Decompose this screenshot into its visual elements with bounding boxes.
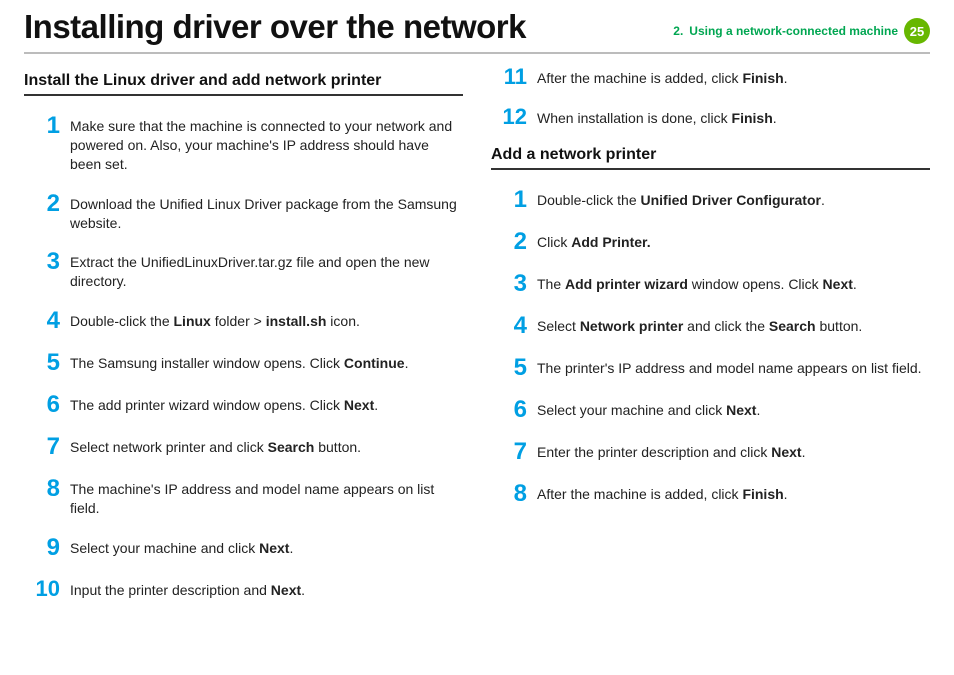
step: 3 Extract the UnifiedLinuxDriver.tar.gz f… [24,250,463,291]
step: 8 After the machine is added, click Finis… [491,482,930,506]
page-title: Installing driver over the network [24,8,526,46]
step-number: 7 [491,440,527,464]
step-text: Download the Unified Linux Driver packag… [70,192,463,233]
breadcrumb-prefix: 2. [673,24,683,38]
step-text: Double-click the Unified Driver Configur… [537,188,825,210]
right-column: 11 After the machine is added, click Fini… [491,66,930,618]
step-number: 9 [24,536,60,560]
step-number: 3 [24,250,60,274]
header-rule [24,52,930,54]
step: 5 The Samsung installer window opens. Cli… [24,351,463,375]
bold-text: Add Printer. [571,234,650,250]
breadcrumb-label: Using a network-connected machine [689,24,898,38]
step: 7 Select network printer and click Search… [24,435,463,459]
step: 11 After the machine is added, click Fini… [491,66,930,88]
bold-text: Search [268,439,315,455]
step-text: Input the printer description and Next. [70,578,305,600]
step-number: 4 [24,309,60,333]
left-column: Install the Linux driver and add network… [24,66,463,618]
bold-text: Next [344,397,374,413]
step: 10 Input the printer description and Next… [24,578,463,600]
step-text: The printer's IP address and model name … [537,356,922,378]
bold-text: Linux [174,313,211,329]
step-number: 10 [24,578,60,600]
step-text: After the machine is added, click Finish… [537,66,788,88]
bold-text: Continue [344,355,405,371]
step: 9 Select your machine and click Next. [24,536,463,560]
step-number: 11 [491,66,527,88]
step-text: Enter the printer description and click … [537,440,805,462]
step: 8 The machine's IP address and model name… [24,477,463,518]
breadcrumb: 2. Using a network-connected machine 25 [673,18,930,44]
step: 1 Double-click the Unified Driver Configu… [491,188,930,212]
step: 4 Select Network printer and click the Se… [491,314,930,338]
page: Installing driver over the network 2. Us… [0,0,954,675]
bold-text: Finish [742,70,783,86]
step-number: 1 [24,114,60,138]
step-number: 8 [24,477,60,501]
step-number: 1 [491,188,527,212]
step-number: 12 [491,106,527,128]
step-number: 3 [491,272,527,296]
bold-text: install.sh [266,313,327,329]
step-text: Select your machine and click Next. [537,398,760,420]
step-number: 2 [24,192,60,216]
step: 12 When installation is done, click Finis… [491,106,930,128]
step-number: 6 [24,393,60,417]
step: 6 Select your machine and click Next. [491,398,930,422]
section-title-left: Install the Linux driver and add network… [24,72,463,96]
bold-text: Next [726,402,756,418]
step-number: 5 [24,351,60,375]
bold-text: Finish [732,110,773,126]
step-number: 5 [491,356,527,380]
right-steps: 1 Double-click the Unified Driver Configu… [491,188,930,506]
bold-text: Next [823,276,853,292]
step: 7 Enter the printer description and click… [491,440,930,464]
left-steps: 1 Make sure that the machine is connected… [24,114,463,600]
step-text: Double-click the Linux folder > install.… [70,309,360,331]
bold-text: Search [769,318,816,334]
step-number: 4 [491,314,527,338]
step-text: The Samsung installer window opens. Clic… [70,351,408,373]
step: 2 Click Add Printer. [491,230,930,254]
step: 1 Make sure that the machine is connected… [24,114,463,174]
step-text: The add printer wizard window opens. Cli… [70,393,378,415]
step-text: Select network printer and click Search … [70,435,361,457]
bold-text: Network printer [580,318,683,334]
step-text: Extract the UnifiedLinuxDriver.tar.gz fi… [70,250,463,291]
step-text: When installation is done, click Finish. [537,106,777,128]
page-number-badge: 25 [904,18,930,44]
step-number: 7 [24,435,60,459]
step: 5 The printer's IP address and model name… [491,356,930,380]
step-number: 8 [491,482,527,506]
step: 6 The add printer wizard window opens. Cl… [24,393,463,417]
step-number: 2 [491,230,527,254]
step-text: Click Add Printer. [537,230,651,252]
step-text: Select Network printer and click the Sea… [537,314,862,336]
section-title-right: Add a network printer [491,146,930,170]
bold-text: Next [771,444,801,460]
bold-text: Add printer wizard [565,276,688,292]
step: 4 Double-click the Linux folder > install… [24,309,463,333]
step-text: The Add printer wizard window opens. Cli… [537,272,857,294]
columns: Install the Linux driver and add network… [24,66,930,618]
right-top-steps: 11 After the machine is added, click Fini… [491,66,930,128]
step-text: After the machine is added, click Finish… [537,482,788,504]
header: Installing driver over the network 2. Us… [24,8,930,46]
step: 3 The Add printer wizard window opens. Cl… [491,272,930,296]
step-text: Make sure that the machine is connected … [70,114,463,174]
step-text: Select your machine and click Next. [70,536,293,558]
bold-text: Next [271,582,301,598]
bold-text: Next [259,540,289,556]
bold-text: Unified Driver Configurator [641,192,821,208]
step: 2 Download the Unified Linux Driver packa… [24,192,463,233]
step-text: The machine's IP address and model name … [70,477,463,518]
bold-text: Finish [742,486,783,502]
step-number: 6 [491,398,527,422]
